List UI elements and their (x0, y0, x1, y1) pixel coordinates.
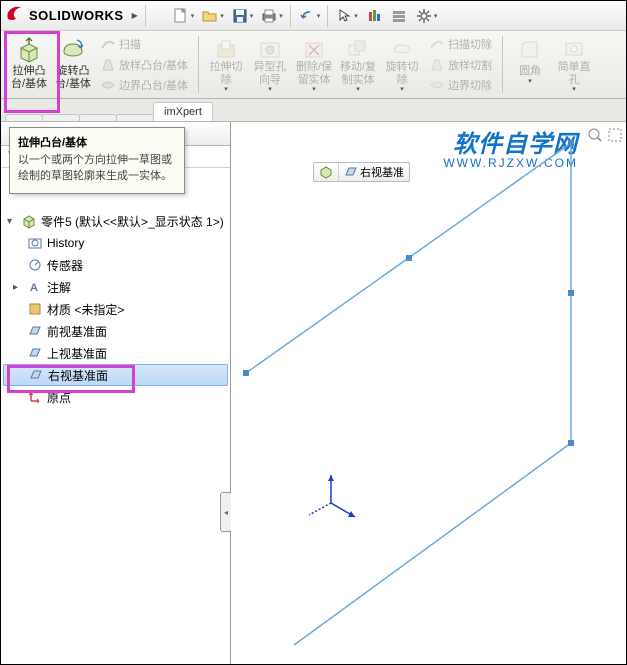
sketch-plane (231, 122, 626, 664)
main-area: ▾ 零件5 (默认<<默认>_显示状态 1>) History 传感器 ▸ A … (1, 122, 626, 664)
doc-tab-2[interactable] (42, 114, 80, 121)
plane-handle[interactable] (568, 440, 574, 446)
new-button[interactable]: ▾ (169, 5, 198, 27)
tree-material[interactable]: 材质 <未指定> (3, 298, 228, 320)
sweep-cut-button[interactable]: 扫描切除 (426, 34, 495, 54)
delete-keep-button[interactable]: 删除/保 留实体▾ (292, 33, 336, 96)
boundary-button[interactable]: 边界凸台/基体 (97, 75, 191, 95)
ds-logo-icon (5, 3, 27, 28)
plane-icon (27, 345, 43, 361)
app-logo: SOLIDWORKS (5, 3, 128, 28)
fillet-button[interactable]: 圆角▾ (508, 33, 552, 96)
boundary-cut-button[interactable]: 边界切除 (426, 75, 495, 95)
loft-button[interactable]: 放样凸台/基体 (97, 55, 191, 75)
move-copy-button[interactable]: 移动/复 制实体▾ (336, 33, 380, 96)
simple-hole-button[interactable]: 简单直 孔▾ (552, 33, 596, 96)
history-icon (27, 235, 43, 251)
doc-tab-4[interactable] (116, 114, 154, 121)
app-title: SOLIDWORKS (29, 8, 124, 23)
tree-annotations[interactable]: ▸ A 注解 (3, 276, 228, 298)
revolve-boss-button[interactable]: 旋转凸 台/基体 (51, 33, 95, 96)
material-icon (27, 301, 43, 317)
plane-handle[interactable] (406, 255, 412, 261)
plane-handle[interactable] (568, 140, 574, 146)
viewport[interactable]: 软件自学网 WWW.RJZXW.COM 右视基准 (231, 122, 626, 664)
ribbon: 拉伸凸 台/基体 旋转凸 台/基体 扫描 放样凸台/基体 边界凸台/基体 (1, 31, 626, 99)
tree-history[interactable]: History (3, 232, 228, 254)
quick-access-toolbar: ▾ ▾ ▾ ▾ ▾ ▾ ▾ (169, 5, 441, 27)
select-button[interactable]: ▾ (332, 5, 361, 27)
sensors-icon (27, 257, 43, 273)
origin-icon (27, 389, 43, 405)
plane-edge (246, 143, 571, 645)
tooltip-body: 以一个或两个方向拉伸一草图或绘制的草图轮廓来生成一实体。 (18, 153, 176, 185)
sweep-button[interactable]: 扫描 (97, 34, 191, 54)
tree-sensors[interactable]: 传感器 (3, 254, 228, 276)
tree-root-label: 零件5 (默认<<默认>_显示状态 1>) (41, 213, 224, 230)
feature-tree: ▾ 零件5 (默认<<默认>_显示状态 1>) History 传感器 ▸ A … (1, 168, 230, 664)
tooltip-title: 拉伸凸台/基体 (18, 134, 176, 150)
loft-cut-button[interactable]: 放样切割 (426, 55, 495, 75)
feature-tree-panel: ▾ 零件5 (默认<<默认>_显示状态 1>) History 传感器 ▸ A … (1, 122, 231, 664)
tree-root[interactable]: ▾ 零件5 (默认<<默认>_显示状态 1>) (3, 210, 228, 232)
panel-collapse-handle[interactable]: ◂ (220, 492, 231, 532)
tree-top-plane[interactable]: 上视基准面 (3, 342, 228, 364)
options-button[interactable] (387, 5, 411, 27)
print-button[interactable]: ▾ (257, 5, 286, 27)
tree-origin[interactable]: 原点 (3, 386, 228, 408)
save-button[interactable]: ▾ (228, 5, 257, 27)
doc-tab-1[interactable] (5, 114, 43, 121)
cut-extrude-icon (213, 35, 239, 61)
cut-revolve-button[interactable]: 旋转切 除▾ (380, 33, 424, 96)
part-icon (21, 213, 37, 229)
extrude-icon (15, 36, 43, 64)
extrude-boss-button[interactable]: 拉伸凸 台/基体 (7, 33, 51, 96)
document-tabs: imXpert (1, 99, 626, 122)
plane-icon (27, 323, 43, 339)
tree-right-plane[interactable]: 右视基准面 (3, 364, 228, 386)
hole-wizard-button[interactable]: 异型孔 向导▾ (248, 33, 292, 96)
menubar: SOLIDWORKS ▶ ▾ ▾ ▾ ▾ ▾ ▾ (1, 1, 626, 31)
cut-extrude-button[interactable]: 拉伸切 除▾ (204, 33, 248, 96)
doc-tab-simxpert[interactable]: imXpert (153, 102, 213, 121)
view-triad (309, 475, 355, 517)
annotations-icon: A (27, 279, 43, 295)
plane-icon (28, 367, 44, 383)
tooltip: 拉伸凸台/基体 以一个或两个方向拉伸一草图或绘制的草图轮廓来生成一实体。 (9, 127, 185, 194)
undo-button[interactable]: ▾ (295, 5, 324, 27)
plane-handle[interactable] (243, 370, 249, 376)
svg-text:A: A (30, 282, 38, 294)
menu-expand-icon[interactable]: ▶ (128, 11, 142, 20)
rebuild-button[interactable] (362, 5, 386, 27)
settings-button[interactable]: ▾ (412, 5, 441, 27)
tree-front-plane[interactable]: 前视基准面 (3, 320, 228, 342)
plane-handle[interactable] (568, 290, 574, 296)
open-button[interactable]: ▾ (198, 5, 227, 27)
revolve-icon (59, 36, 87, 64)
doc-tab-3[interactable] (79, 114, 117, 121)
